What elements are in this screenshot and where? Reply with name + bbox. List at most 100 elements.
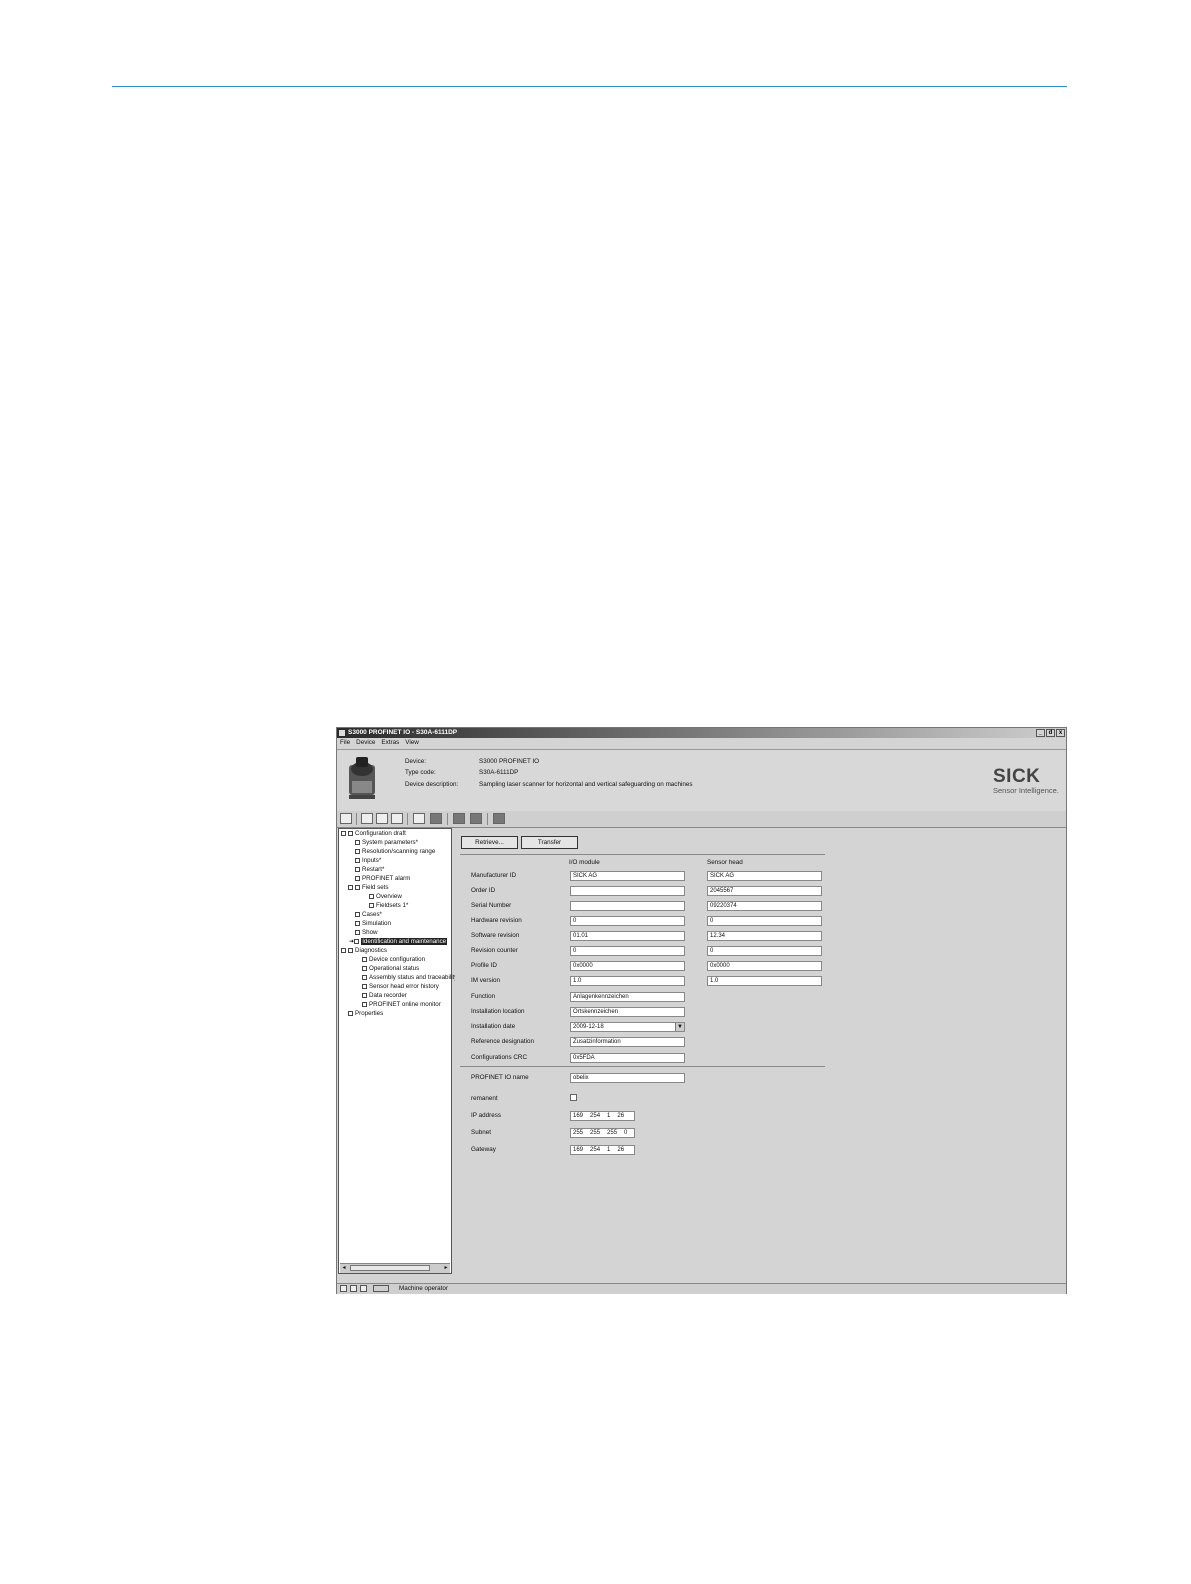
- io-field[interactable]: [570, 901, 685, 911]
- page-icon: [362, 975, 367, 980]
- io-field[interactable]: 01.01: [570, 931, 685, 941]
- transfer-button[interactable]: Transfer: [521, 836, 578, 849]
- view-tree-icon[interactable]: [361, 813, 373, 824]
- io-field[interactable]: [570, 886, 685, 896]
- tree-item-label: Restart*: [362, 866, 385, 873]
- tree-item[interactable]: PROFINET alarm: [355, 875, 410, 883]
- field-label: Hardware revision: [471, 917, 522, 924]
- toolbar-separator: [356, 813, 357, 825]
- installation-location-field[interactable]: Ortskennzeichen: [570, 1007, 685, 1017]
- tree-item[interactable]: Properties: [348, 1010, 383, 1018]
- help-icon[interactable]: [493, 813, 505, 824]
- ip-address-field[interactable]: 169 254 1 26: [570, 1111, 635, 1121]
- io-field[interactable]: 1.0: [570, 976, 685, 986]
- view-full-icon[interactable]: [391, 813, 403, 824]
- sensor-field[interactable]: 0x0000: [707, 961, 822, 971]
- ip-octet: 26: [617, 1147, 625, 1153]
- tree-item-selected[interactable]: ➜ Identification and maintenance: [349, 938, 448, 946]
- sensor-field[interactable]: SICK AG: [707, 871, 822, 881]
- tree-item[interactable]: Cases*: [355, 911, 382, 919]
- tree-item[interactable]: Inputs*: [355, 857, 381, 865]
- tree-item[interactable]: Sensor head error history: [362, 983, 439, 991]
- tree-horizontal-scrollbar[interactable]: ◂ ▸: [340, 1263, 450, 1273]
- reference-designation-field[interactable]: Zusatzinformation: [570, 1037, 685, 1047]
- tree-item[interactable]: Diagnostics: [341, 947, 387, 955]
- status-icon: [350, 1285, 357, 1292]
- profinet-name-field[interactable]: obelix: [570, 1073, 685, 1083]
- tree-item[interactable]: Field sets: [348, 884, 388, 892]
- sensor-field[interactable]: 1.0: [707, 976, 822, 986]
- gateway-field[interactable]: 169 254 1 26: [570, 1145, 635, 1155]
- io-field[interactable]: 0: [570, 916, 685, 926]
- tree-item-label: System parameters*: [362, 839, 419, 846]
- edit-icon: [355, 858, 360, 863]
- sensor-field[interactable]: 0: [707, 946, 822, 956]
- type-code-value: S30A-6111DP: [479, 769, 519, 776]
- installation-date-picker[interactable]: 2009-12-18 ▼: [570, 1022, 685, 1032]
- page-icon: [348, 1011, 353, 1016]
- menu-file[interactable]: File: [340, 739, 350, 746]
- connect-icon[interactable]: [413, 813, 425, 824]
- sensor-field[interactable]: 0: [707, 916, 822, 926]
- menu-view[interactable]: View: [405, 739, 419, 746]
- folder-icon: [348, 831, 353, 836]
- disconnect-icon[interactable]: [430, 813, 442, 824]
- sensor-head-header: Sensor head: [707, 859, 743, 866]
- sensor-field[interactable]: 2045567: [707, 886, 822, 896]
- tree-item[interactable]: Show: [355, 929, 377, 937]
- restore-button[interactable]: d: [1046, 729, 1055, 737]
- tree-item[interactable]: Simulation: [355, 920, 391, 928]
- collapse-icon[interactable]: [341, 948, 346, 953]
- new-project-icon[interactable]: [340, 813, 352, 824]
- ip-octet: 1: [607, 1113, 611, 1119]
- sensor-field[interactable]: 09220374: [707, 901, 822, 911]
- function-field[interactable]: Anlagenkennzeichen: [570, 992, 685, 1002]
- page-icon: [354, 939, 360, 944]
- collapse-icon[interactable]: [341, 831, 346, 836]
- profinet-name-label: PROFINET IO name: [471, 1074, 529, 1081]
- edit-icon: [369, 894, 374, 899]
- retrieve-button[interactable]: Retrieve...: [461, 836, 518, 849]
- io-field[interactable]: 0x0000: [570, 961, 685, 971]
- sick-logo: SICK: [993, 766, 1041, 787]
- tree-item[interactable]: PROFINET online monitor: [362, 1001, 441, 1009]
- scroll-left-icon[interactable]: ◂: [340, 1264, 348, 1272]
- transfer-icon[interactable]: [453, 813, 465, 824]
- collapse-icon[interactable]: [348, 885, 353, 890]
- io-field[interactable]: SICK AG: [570, 871, 685, 881]
- ip-octet: 254: [590, 1113, 601, 1119]
- tree-item[interactable]: Configuration draft: [341, 830, 406, 838]
- menu-extras[interactable]: Extras: [381, 739, 399, 746]
- remanent-checkbox[interactable]: [570, 1094, 577, 1101]
- close-button[interactable]: x: [1056, 729, 1065, 737]
- ip-octet: 254: [590, 1147, 601, 1153]
- menu-device[interactable]: Device: [356, 739, 375, 746]
- status-icon: [340, 1285, 347, 1292]
- minimize-button[interactable]: _: [1036, 729, 1045, 737]
- tree-item[interactable]: Assembly status and traceability: [362, 974, 457, 982]
- tree-item[interactable]: System parameters*: [355, 839, 418, 847]
- tree-item-label: Sensor head error history: [369, 983, 439, 990]
- tree-item[interactable]: Operational status: [362, 965, 419, 973]
- upload-icon[interactable]: [470, 813, 482, 824]
- tree-item-label: Simulation: [362, 920, 391, 927]
- chevron-down-icon[interactable]: ▼: [675, 1023, 684, 1031]
- toolbar-separator: [447, 813, 448, 825]
- tree-item[interactable]: Resolution/scanning range: [355, 848, 435, 856]
- tree-item[interactable]: Data recorder: [362, 992, 407, 1000]
- page-header-rule: [112, 86, 1067, 87]
- tree-item[interactable]: Device configuration: [362, 956, 425, 964]
- type-code-label: Type code:: [405, 769, 436, 776]
- tree-item[interactable]: Overview: [369, 893, 402, 901]
- edit-icon: [355, 849, 360, 854]
- subnet-field[interactable]: 255 255 255 0: [570, 1128, 635, 1138]
- ip-address-label: IP address: [471, 1112, 501, 1119]
- scroll-right-icon[interactable]: ▸: [442, 1264, 450, 1272]
- io-field[interactable]: 0: [570, 946, 685, 956]
- field-label: Reference designation: [471, 1038, 535, 1045]
- tree-item[interactable]: Restart*: [355, 866, 384, 874]
- sensor-field[interactable]: 12.34: [707, 931, 822, 941]
- tree-item[interactable]: Fieldsets 1*: [369, 902, 408, 910]
- view-split-icon[interactable]: [376, 813, 388, 824]
- scroll-thumb[interactable]: [350, 1265, 430, 1271]
